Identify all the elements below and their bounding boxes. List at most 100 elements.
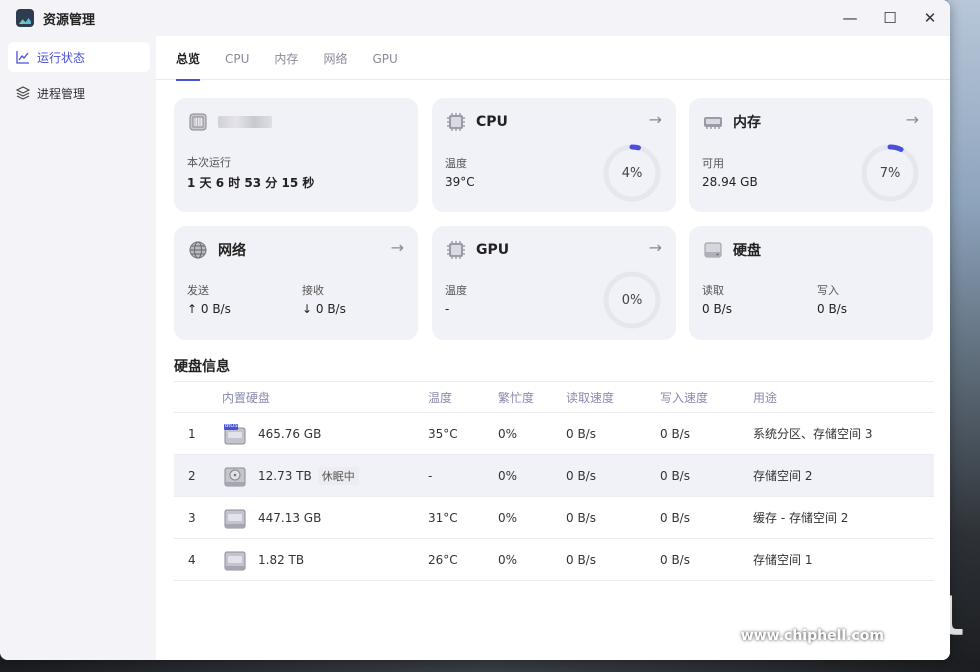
desktop-wallpaper	[948, 0, 980, 672]
disk-write-speed: 0 B/s	[660, 552, 690, 567]
disk-cell: 12.73 TB 休眠中	[224, 455, 359, 496]
window-controls: — ☐ ✕	[830, 0, 950, 36]
disk-write-speed: 0 B/s	[660, 426, 690, 441]
disk-busy: 0%	[498, 426, 518, 441]
column-header[interactable]: 温度	[428, 382, 452, 412]
tab-overview[interactable]: 总览	[176, 36, 201, 81]
disk-table: 内置硬盘 温度 繁忙度 读取速度 写入速度 用途 1 BtOS 465.76 G…	[174, 381, 934, 581]
disk-temp: 35°C	[428, 426, 458, 441]
sidebar-item-label: 运行状态	[37, 50, 86, 65]
disk-usage: 存储空间 1	[753, 553, 813, 567]
cpu-temp-value: 39°C	[445, 175, 475, 189]
memory-card[interactable]: 内存 → 可用 28.94 GB 7%	[689, 98, 933, 212]
arrow-right-icon[interactable]: →	[649, 110, 662, 129]
sidebar-item-status[interactable]: 运行状态	[8, 42, 150, 72]
column-header[interactable]: 用途	[753, 382, 777, 412]
globe-icon	[188, 240, 208, 260]
tab-bar: 总览 CPU 内存 网络 GPU	[156, 36, 950, 81]
maximize-button[interactable]: ☐	[870, 0, 910, 36]
ssd-icon	[224, 508, 246, 528]
memory-card-title: 内存	[733, 115, 761, 131]
disk-temp: -	[428, 468, 433, 483]
disk-size: 447.13 GB	[258, 510, 322, 525]
row-index: 3	[188, 510, 196, 525]
cpu-card-title: CPU	[476, 114, 508, 130]
disk-card-title: 硬盘	[733, 243, 761, 259]
minimize-button[interactable]: —	[830, 0, 870, 36]
sidebar-item-label: 进程管理	[37, 86, 86, 101]
main-panel: 总览 CPU 内存 网络 GPU 本次运行 1 天 6 时 53 分 15 秒	[156, 36, 950, 660]
disk-write-label: 写入	[817, 284, 839, 297]
network-receive-value: ↓ 0 B/s	[302, 302, 346, 316]
app-icon	[16, 9, 34, 27]
gpu-temp-label: 温度	[445, 284, 467, 297]
arrow-right-icon[interactable]: →	[391, 238, 404, 257]
disk-cell: BtOS 465.76 GB	[224, 413, 321, 454]
table-row[interactable]: 1 BtOS 465.76 GB 35°C 0% 0 B/s 0 B/s 系统分…	[174, 413, 934, 455]
ssd-icon	[224, 550, 246, 570]
disk-temp: 31°C	[428, 510, 458, 525]
system-card-header	[188, 112, 272, 132]
gpu-card[interactable]: GPU → 温度 - 0%	[432, 226, 676, 340]
gpu-usage-value: 0%	[621, 292, 643, 308]
desktop-wallpaper-bottom	[0, 660, 980, 672]
sidebar-item-processes[interactable]: 进程管理	[8, 78, 150, 108]
arrow-right-icon[interactable]: →	[649, 238, 662, 257]
row-index: 1	[188, 426, 196, 441]
column-header[interactable]: 读取速度	[566, 382, 614, 412]
ssd-icon: BtOS	[224, 422, 246, 444]
cpu-usage-value: 4%	[621, 165, 643, 181]
cpu-card[interactable]: CPU → 温度 39°C 4%	[432, 98, 676, 212]
network-send-label: 发送	[187, 284, 209, 297]
table-row[interactable]: 2 12.73 TB 休眠中 - 0% 0 B/s 0 B/s 存储空间 2	[174, 455, 934, 497]
sidebar: 运行状态 进程管理	[0, 36, 156, 660]
memory-available-value: 28.94 GB	[702, 175, 758, 189]
gpu-card-title: GPU	[476, 242, 510, 258]
network-receive-label: 接收	[302, 284, 324, 297]
hard-disk-icon	[703, 240, 723, 260]
disk-busy: 0%	[498, 468, 518, 483]
network-card[interactable]: 网络 → 发送 ↑ 0 B/s 接收 ↓ 0 B/s	[174, 226, 418, 340]
sleep-badge: 休眠中	[317, 466, 359, 485]
tab-memory[interactable]: 内存	[274, 36, 298, 80]
memory-card-header: 内存	[703, 112, 761, 132]
disk-read-speed: 0 B/s	[566, 426, 596, 441]
tab-network[interactable]: 网络	[323, 36, 347, 80]
cpu-chip-icon	[446, 112, 466, 132]
disk-cell: 1.82 TB	[224, 539, 304, 580]
tab-cpu[interactable]: CPU	[225, 36, 249, 80]
arrow-right-icon[interactable]: →	[906, 110, 919, 129]
disk-info-title: 硬盘信息	[174, 359, 230, 375]
network-card-header: 网络	[188, 240, 246, 260]
uptime-label: 本次运行	[187, 156, 231, 169]
disk-size: 465.76 GB	[258, 426, 322, 441]
column-header[interactable]: 内置硬盘	[222, 382, 270, 412]
table-row[interactable]: 4 1.82 TB 26°C 0% 0 B/s 0 B/s 存储空间 1	[174, 539, 934, 581]
disk-read-speed: 0 B/s	[566, 510, 596, 525]
hdd-icon	[224, 466, 246, 486]
gpu-chip-icon	[446, 240, 466, 260]
close-button[interactable]: ✕	[910, 0, 950, 36]
disk-card-header: 硬盘	[703, 240, 761, 260]
uptime-value: 1 天 6 时 53 分 15 秒	[187, 176, 315, 190]
layers-icon	[16, 86, 30, 100]
network-send-value: ↑ 0 B/s	[187, 302, 231, 316]
tab-gpu[interactable]: GPU	[372, 36, 397, 80]
watermark-url: www.chiphell.com	[740, 628, 884, 644]
column-header[interactable]: 繁忙度	[498, 382, 534, 412]
title-bar: 资源管理 — ☐ ✕	[0, 0, 950, 36]
disk-write-value: 0 B/s	[817, 302, 847, 316]
column-header[interactable]: 写入速度	[660, 382, 708, 412]
disk-usage: 系统分区、存储空间 3	[753, 427, 873, 441]
resource-manager-window: 资源管理 — ☐ ✕ 运行状态 进程管理 总览 CPU 内存 网络 GPU 本次…	[0, 0, 950, 660]
motherboard-icon	[188, 112, 208, 132]
disk-busy: 0%	[498, 510, 518, 525]
memory-usage-value: 7%	[879, 165, 901, 181]
disk-read-value: 0 B/s	[702, 302, 732, 316]
table-row[interactable]: 3 447.13 GB 31°C 0% 0 B/s 0 B/s 缓存 - 存储空…	[174, 497, 934, 539]
cpu-temp-label: 温度	[445, 157, 467, 170]
app-title: 资源管理	[43, 12, 96, 28]
ssd-tag: BtOS	[225, 422, 238, 429]
disk-usage: 存储空间 2	[753, 469, 813, 483]
memory-available-label: 可用	[702, 157, 724, 170]
